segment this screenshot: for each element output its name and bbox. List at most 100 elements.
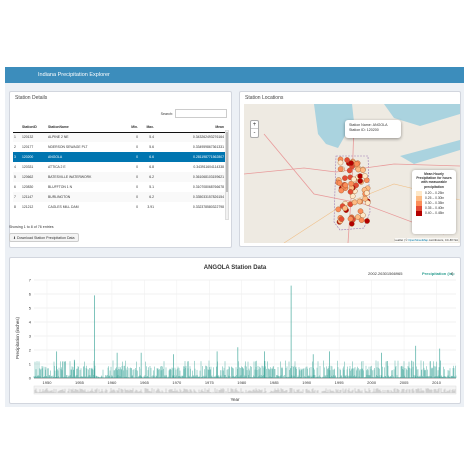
col-header-max[interactable]: Max. (139, 122, 155, 133)
col-header-stationid[interactable]: StationID (21, 122, 47, 133)
row-max: 3.91 (147, 205, 154, 209)
row-station-name: BURLINGTON (47, 192, 123, 202)
station-marker[interactable] (342, 205, 348, 212)
row-index: 6 (14, 185, 16, 189)
row-mean: 0.361068103159621 (155, 172, 225, 182)
row-station-id: 120830 (22, 185, 34, 189)
station-marker[interactable] (348, 160, 354, 166)
row-index: 5 (13, 172, 21, 182)
search-label: Search: (160, 111, 173, 116)
station-marker[interactable] (342, 182, 349, 189)
station-locations-title: Station Locations (245, 95, 284, 101)
station-marker[interactable] (335, 206, 342, 213)
row-station-name: NDERSON SEWAGE PLT (48, 145, 88, 149)
station-marker[interactable] (356, 198, 363, 205)
row-mean: 0.310708068766678 (192, 185, 224, 189)
row-min: 0 (136, 185, 138, 189)
row-min: 0 (123, 192, 139, 202)
station-marker[interactable] (362, 195, 368, 202)
x-tick-label: 2000 (367, 380, 377, 385)
station-marker[interactable] (338, 216, 345, 222)
zoom-out-button[interactable]: - (251, 129, 258, 137)
row-index: 1 (13, 132, 21, 142)
table-row[interactable]: 3 120200 ANGOLA 0 6.6 0.281198771562807 (13, 152, 225, 162)
table-row[interactable]: 2 120177 NDERSON SEWAGE PLT 0 5.6 0.334959867… (13, 142, 225, 152)
station-marker[interactable] (336, 180, 343, 186)
table-row[interactable]: 6 120830 BLUFFTON 1 N 0 5.1 0.310708068766678 (13, 182, 225, 192)
x-tick-label: 1965 (140, 380, 150, 385)
station-marker[interactable] (355, 166, 362, 173)
row-max: 5.4 (139, 132, 155, 142)
station-marker[interactable] (338, 187, 345, 194)
row-station-id: 120177 (22, 145, 34, 149)
legend-item: 0.40 – 0.45in (416, 210, 454, 216)
table-row[interactable]: 5 120662 BATESVILLE WATERWORK 0 6.2 0.3610681… (13, 172, 225, 182)
station-marker[interactable] (346, 167, 353, 174)
table-row[interactable]: 8 121212 CAGLES MILL DAM 0 3.91 0.33237858032… (13, 202, 225, 212)
station-marker[interactable] (337, 159, 344, 166)
y-tick-label: 0 (29, 376, 32, 381)
y-tick-label: 6 (29, 292, 32, 297)
row-station-id: 120331 (22, 165, 34, 169)
precipitation-series-line (33, 360, 457, 378)
table-row[interactable]: 4 120331 ATTICA 2 E 0 6.8 0.343911604114338 (13, 162, 225, 172)
table-scrollbar-thumb[interactable] (226, 132, 228, 192)
col-header-mean[interactable]: Mean (155, 122, 225, 133)
table-search: Search: (161, 109, 227, 118)
station-marker[interactable] (362, 173, 368, 179)
table-header-row: StationID StationName Min. Max. Mean (13, 122, 225, 133)
station-marker[interactable] (351, 199, 358, 206)
legend-label: 0.40 – 0.45in (425, 210, 445, 215)
x-tick-label: 2005 (400, 380, 410, 385)
legend-swatch (416, 210, 422, 216)
station-marker[interactable] (349, 221, 355, 227)
station-marker[interactable] (358, 217, 365, 223)
row-index: 8 (14, 205, 16, 209)
row-station-id: 120662 (21, 172, 47, 182)
x-tick-label: 1995 (335, 380, 345, 385)
x-tick-label: 1975 (205, 380, 215, 385)
row-index: 4 (14, 165, 16, 169)
lake-erie (400, 140, 460, 164)
table-row[interactable]: 1 120132 ALPINE 2 NE 0 5.4 0.343262493276164 (13, 132, 225, 142)
col-header-stationname[interactable]: StationName (47, 122, 123, 133)
station-marker[interactable] (351, 176, 357, 183)
station-marker[interactable] (360, 167, 366, 173)
table-row[interactable]: 7 121147 BURLINGTON 0 6.2 0.335033157826154 (13, 192, 225, 202)
station-marker[interactable] (364, 218, 370, 224)
station-markers (335, 156, 371, 227)
station-marker[interactable] (353, 161, 360, 167)
x-tick-label: 1985 (270, 380, 280, 385)
station-marker[interactable] (337, 166, 344, 172)
station-marker[interactable] (357, 208, 364, 214)
station-map[interactable]: + - Station Name: ANGOLA Station ID: 120… (244, 104, 460, 243)
station-marker[interactable] (364, 190, 370, 196)
col-header-min[interactable]: Min. (123, 122, 139, 133)
download-button[interactable]: ⬇ Download Station Precipitation Data (9, 233, 79, 242)
station-marker[interactable] (357, 173, 363, 179)
row-max: 6.2 (139, 192, 155, 202)
station-marker[interactable] (357, 178, 363, 184)
station-marker[interactable] (347, 189, 354, 195)
y-tick-label: 7 (29, 278, 32, 283)
map-legend: Mean Hourly Precipitation for hours with… (412, 170, 456, 234)
search-input[interactable] (175, 109, 227, 118)
station-popup: Station Name: ANGOLA Station ID: 120200 (345, 120, 401, 138)
row-min: 0 (136, 165, 138, 169)
attribution-link[interactable]: OpenStreetMap (408, 238, 428, 242)
row-mean: 0.343262493276164 (155, 132, 225, 142)
y-tick-label: 1 (29, 362, 32, 367)
station-marker[interactable] (347, 216, 354, 222)
station-locations-panel: Station Locations + - Station Name: ANGO… (239, 91, 461, 247)
row-station-name: ALPINE 2 NE (47, 132, 123, 142)
station-marker[interactable] (342, 175, 348, 181)
col-header-index[interactable] (13, 122, 21, 133)
row-index: 3 (13, 152, 21, 162)
x-tick-label: 1980 (237, 380, 247, 385)
row-mean: 0.335033157826154 (155, 192, 225, 202)
table-scrollbar[interactable] (225, 130, 229, 220)
precipitation-chart[interactable]: ANGOLA Station Data 2002.26301566965 Pre… (10, 258, 460, 403)
row-index: 7 (13, 192, 21, 202)
zoom-in-button[interactable]: + (251, 121, 258, 129)
row-min: 0 (136, 145, 138, 149)
